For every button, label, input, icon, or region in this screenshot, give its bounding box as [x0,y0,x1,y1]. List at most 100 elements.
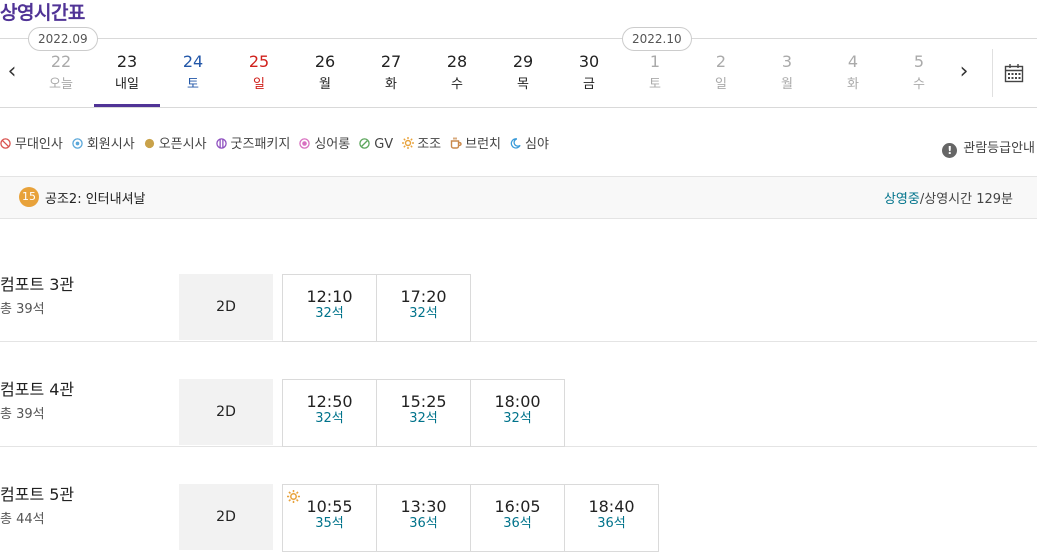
showtime-seats: 35석 [315,516,344,531]
date-weekday: 화 [847,77,859,92]
goods-package-icon [215,138,227,149]
showtime-button[interactable]: 16:05 36석 [471,485,565,551]
date-weekday: 월 [781,77,793,92]
legend-label: GV [374,137,394,152]
showtime-seats: 32석 [503,411,532,426]
date-weekday: 수 [451,77,463,92]
date-cell[interactable]: 24 토 [160,39,226,107]
date-weekday: 토 [187,77,199,92]
date-day: 30 [578,52,600,71]
legend-label: 굿즈패키지 [230,137,291,152]
date-cell[interactable]: 27 화 [358,39,424,107]
date-weekday: 일 [253,77,265,92]
date-weekday: 내일 [115,77,139,92]
movie-runtime: /상영시간 129분 [919,192,1013,207]
date-day: 4 [847,52,859,71]
showtime-list: 12:50 32석 15:25 32석 18:00 32석 [282,379,565,447]
showtime-time: 13:30 [400,497,447,516]
hall-seat-count: 총 44석 [0,512,45,527]
date-cell[interactable]: 4화 [820,39,886,107]
rating-guide-link[interactable]: ! 관람등급안내 [942,137,1035,158]
date-weekday: 목 [517,77,529,92]
hall-name: 컴포트 4관 [0,380,75,399]
next-date-button[interactable]: › [952,57,976,87]
morning-sun-icon [402,137,415,149]
legend-label: 싱어롱 [314,137,351,152]
showtime-seats: 36석 [597,516,626,531]
member-preview-icon [72,138,83,149]
legend-item: 회원시사 [72,133,135,152]
legend-label: 회원시사 [86,137,135,152]
screen-format: 2D [179,379,273,445]
legend-label: 오픈시사 [158,137,207,152]
showtime-time: 16:05 [494,497,541,516]
showtime-button[interactable]: 18:40 36석 [565,485,658,551]
showtime-button[interactable]: 10:55 35석 [283,485,377,551]
page-title: 상영시간표 [0,2,85,24]
legend-item: 브런치 [450,133,501,152]
movie-title[interactable]: 공조2: 인터내셔날 [45,188,146,207]
calendar-icon [1004,64,1024,83]
hall-row: 컴포트 3관 총 39석 2D 12:10 32석 17:20 32석 [0,236,1037,342]
gv-icon [359,138,370,149]
showtime-seats: 32석 [315,306,344,321]
movie-header: 15 공조2: 인터내셔날 상영중/상영시간 129분 [0,176,1037,219]
hall-name: 컴포트 3관 [0,275,75,294]
date-weekday: 수 [913,77,925,92]
showtime-seats: 32석 [315,411,344,426]
legend-item: 오픈시사 [144,133,207,152]
date-cell[interactable]: 26 월 [292,39,358,107]
date-day: 1 [649,52,661,71]
brunch-cup-icon [450,137,462,149]
date-cell[interactable]: 5수 [886,39,952,107]
date-day: 22 [50,52,72,71]
legend-label: 무대인사 [15,137,63,152]
morning-sun-icon [287,488,300,507]
age-rating-badge: 15 [19,187,39,207]
movie-status: 상영중 [883,192,920,207]
date-cell[interactable]: 2일 [688,39,754,107]
date-day: 23 [116,52,138,71]
month-badge-oct: 2022.10 [622,27,692,51]
date-day: 26 [314,52,336,71]
date-day: 29 [512,52,534,71]
date-day: 2 [715,52,727,71]
late-night-moon-icon [510,138,521,149]
showtime-button[interactable]: 12:50 32석 [283,380,377,446]
date-cell[interactable]: 25 일 [226,39,292,107]
open-preview-icon [144,138,155,149]
hall-name: 컴포트 5관 [0,485,75,504]
date-weekday: 일 [715,77,727,92]
date-cell[interactable]: 3월 [754,39,820,107]
hall-seat-count: 총 39석 [0,407,45,422]
legend-item: 굿즈패키지 [215,133,291,152]
info-icon: ! [942,143,958,158]
date-weekday: 월 [319,77,331,92]
legend-item: GV [359,137,393,152]
date-cell[interactable]: 30 금 [556,39,622,107]
showtime-time: 12:50 [306,392,353,411]
showtime-button[interactable]: 15:25 32석 [377,380,471,446]
date-selector: ‹ 22 오늘 23 내일 24 토 25 일 26 월 27 화 28 수 29 목 30 금 1 토 2 일 3 월 4 화 5… [0,27,1037,108]
date-cell[interactable]: 23 내일 [94,39,160,107]
sing-along-icon [299,138,311,149]
date-cell[interactable]: 29 목 [490,39,556,107]
screening-type-legend: 무대인사 회원시사 오픈시사 굿즈패키지 싱어롱 GV 조조 브런치 심야 [0,133,558,152]
showtime-button[interactable]: 13:30 36석 [377,485,471,551]
date-cell[interactable]: 28 수 [424,39,490,107]
screen-format: 2D [179,484,273,550]
date-weekday: 금 [583,77,595,92]
showtime-button[interactable]: 17:20 32석 [377,275,470,341]
hall-row: 컴포트 5관 총 44석 2D 10:55 35석 13:30 36석 16:05 36석 18:… [0,446,1037,552]
legend-label: 브런치 [465,137,502,152]
prev-date-button[interactable]: ‹ [0,57,24,87]
month-badge-sep: 2022.09 [28,27,98,51]
showtime-button[interactable]: 18:00 32석 [471,380,564,446]
date-day: 28 [446,52,468,71]
date-weekday: 오늘 [49,77,73,92]
showtime-list: 12:10 32석 17:20 32석 [282,274,471,342]
showtime-time: 15:25 [400,392,447,411]
showtime-button[interactable]: 12:10 32석 [283,275,377,341]
calendar-button[interactable] [992,49,1037,97]
date-day: 27 [380,52,402,71]
